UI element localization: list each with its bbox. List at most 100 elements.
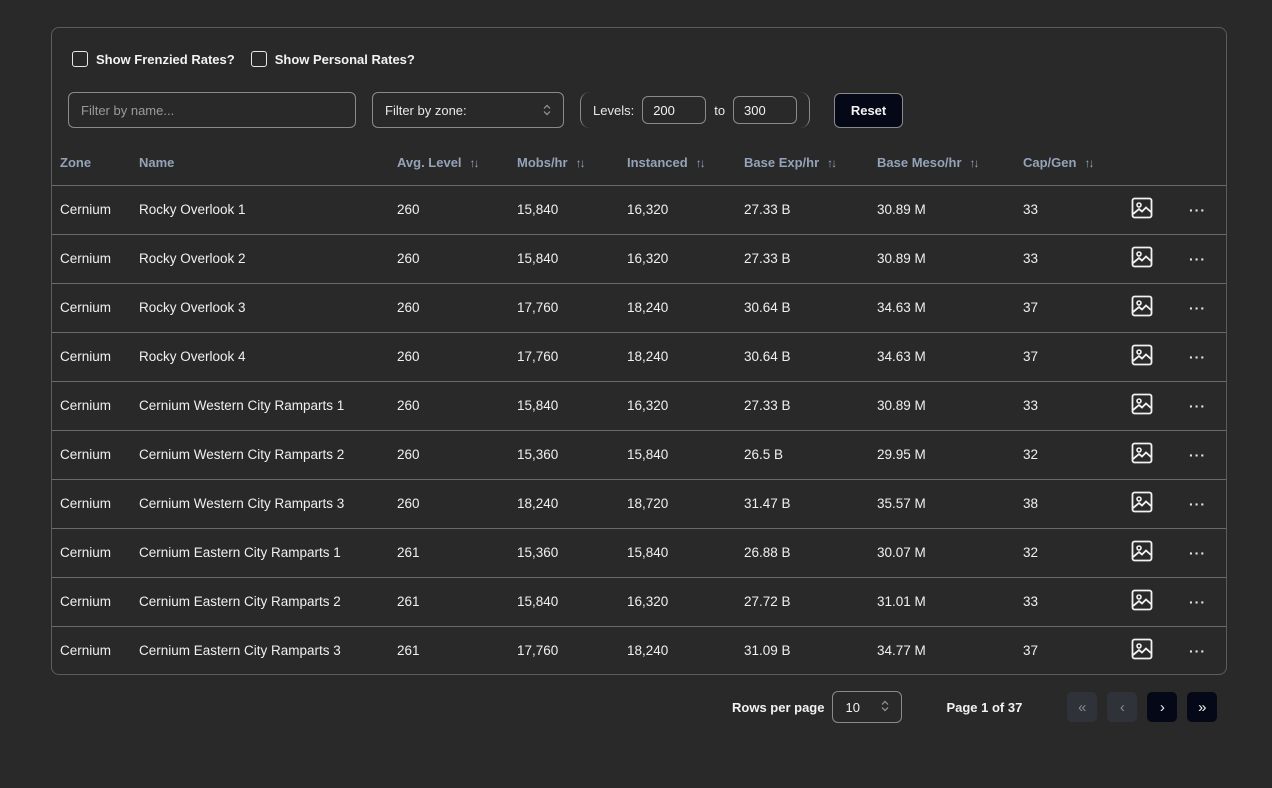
cell-actions: ··· [1189,430,1226,480]
page-nav: « ‹ › » [1067,692,1218,722]
table-row: Cernium Rocky Overlook 4 260 17,760 18,240 30… [52,332,1226,382]
cell-cap-gen: 32 [1023,528,1131,578]
header-base-meso[interactable]: Base Meso/hr ↑↓ [877,140,1023,186]
last-page-button[interactable]: » [1187,692,1218,722]
frenzied-checkbox-box[interactable] [72,51,88,67]
header-avg-level[interactable]: Avg. Level ↑↓ [397,140,517,186]
cell-base-exp: 27.33 B [744,185,877,235]
cell-avg-level: 260 [397,479,517,529]
image-icon[interactable] [1131,589,1153,611]
cell-image [1131,283,1189,333]
cell-mobs-hr: 17,760 [517,643,559,659]
table-row: Cernium Cernium Eastern City Ramparts 2 26… [52,577,1226,627]
rows-per-page-select[interactable]: 10 [832,691,903,723]
cell-cap-gen: 38 [1023,479,1131,529]
cell-base-meso: 29.95 M [877,430,1023,480]
more-horizontal-icon[interactable]: ··· [1189,251,1206,267]
sort-icon[interactable]: ↑↓ [1084,156,1094,170]
image-icon[interactable] [1131,442,1153,464]
sort-icon[interactable]: ↑↓ [970,156,980,170]
cell-avg-level: 261 [397,528,517,578]
cell-zone: Cernium [52,283,139,333]
more-horizontal-icon[interactable]: ··· [1189,300,1206,316]
image-icon[interactable] [1131,540,1153,562]
cell-image [1131,185,1189,235]
cell-name: Rocky Overlook 1 [139,185,397,235]
first-page-button[interactable]: « [1067,692,1098,722]
next-page-button[interactable]: › [1147,692,1178,722]
sort-icon[interactable]: ↑↓ [827,156,837,170]
table-row: Cernium Cernium Western City Ramparts 1 26… [52,381,1226,431]
sort-icon[interactable]: ↑↓ [696,156,706,170]
header-cap-gen[interactable]: Cap/Gen ↑↓ [1023,140,1131,186]
image-icon[interactable] [1131,246,1153,268]
more-horizontal-icon[interactable]: ··· [1189,202,1206,218]
rate-toggles: Show Frenzied Rates? Show Personal Rates… [72,51,415,67]
cell-zone: Cernium [52,234,139,284]
cell-base-meso: 30.89 M [877,234,1023,284]
name-filter-input[interactable] [68,92,356,128]
cell-cap-gen: 33 [1023,577,1131,627]
level-min-input[interactable] [642,96,707,124]
chevron-up-down-icon [881,700,889,715]
header-zone[interactable]: Zone [52,140,139,186]
image-icon[interactable] [1131,491,1153,513]
cell-avg-level: 260 [397,234,517,284]
cell-base-meso: 35.57 M [877,479,1023,529]
cell-name: Cernium Western City Ramparts 2 [139,430,397,480]
more-horizontal-icon[interactable]: ··· [1189,594,1206,610]
table-row: Cernium Rocky Overlook 1 260 15,840 16,320 27… [52,185,1226,235]
more-horizontal-icon[interactable]: ··· [1189,349,1206,365]
header-mobs-hr[interactable]: Mobs/hr ↑↓ [517,140,627,186]
more-horizontal-icon[interactable]: ··· [1189,496,1206,512]
cell-base-exp: 26.5 B [744,430,877,480]
cell-base-exp: 27.33 B [744,234,877,284]
level-max-input[interactable] [733,96,798,124]
table-row: Cernium Rocky Overlook 2 260 15,840 16,320 27… [52,234,1226,284]
cell-name: Rocky Overlook 3 [139,283,397,333]
personal-rates-checkbox[interactable]: Show Personal Rates? [250,51,415,67]
cell-base-exp: 26.88 B [744,528,877,578]
cell-image [1131,479,1189,529]
header-base-exp[interactable]: Base Exp/hr ↑↓ [744,140,877,186]
image-icon[interactable] [1131,344,1153,366]
chevron-left-icon: ‹ [1119,698,1125,716]
more-horizontal-icon[interactable]: ··· [1189,398,1206,414]
cell-mobs-hr: 17,760 [517,283,627,333]
frenzied-rates-checkbox[interactable]: Show Frenzied Rates? [72,51,235,67]
cell-actions: ··· [1189,381,1226,431]
cell-avg-level: 261 [397,643,420,659]
more-horizontal-icon[interactable]: ··· [1189,447,1206,463]
cell-name: Cernium Eastern City Ramparts 2 [139,577,397,627]
image-icon[interactable] [1131,295,1153,317]
cell-instanced: 18,240 [627,283,744,333]
more-horizontal-icon[interactable]: ··· [1189,643,1206,659]
header-instanced[interactable]: Instanced ↑↓ [627,140,744,186]
prev-page-button[interactable]: ‹ [1107,692,1138,722]
sort-icon[interactable]: ↑↓ [576,156,586,170]
cell-avg-level: 261 [397,577,517,627]
cell-base-meso: 34.77 M [877,643,926,659]
personal-checkbox-box[interactable] [250,51,267,67]
cell-actions: ··· [1189,283,1226,333]
cell-actions: ··· [1189,234,1226,284]
cell-mobs-hr: 17,760 [517,332,627,382]
zone-select-label: Filter by zone: [385,102,467,118]
reset-button[interactable]: Reset [834,92,904,128]
image-icon[interactable] [1131,638,1153,660]
cell-avg-level: 260 [397,185,517,235]
cell-base-meso: 34.63 M [877,283,1023,333]
cell-image [1131,430,1189,480]
zone-filter-select[interactable]: Filter by zone: [372,92,564,128]
table-row: Cernium Cernium Eastern City Ramparts 1 26… [52,528,1226,578]
cell-mobs-hr: 15,840 [517,577,627,627]
sort-icon[interactable]: ↑↓ [470,156,480,170]
double-chevron-left-icon: « [1078,698,1087,716]
image-icon[interactable] [1131,197,1153,219]
cell-name: Cernium Western City Ramparts 3 [139,479,397,529]
cell-instanced: 18,240 [627,643,669,659]
more-horizontal-icon[interactable]: ··· [1189,545,1206,561]
header-name[interactable]: Name [139,140,397,186]
image-icon[interactable] [1131,393,1153,415]
cell-mobs-hr: 15,840 [517,185,627,235]
